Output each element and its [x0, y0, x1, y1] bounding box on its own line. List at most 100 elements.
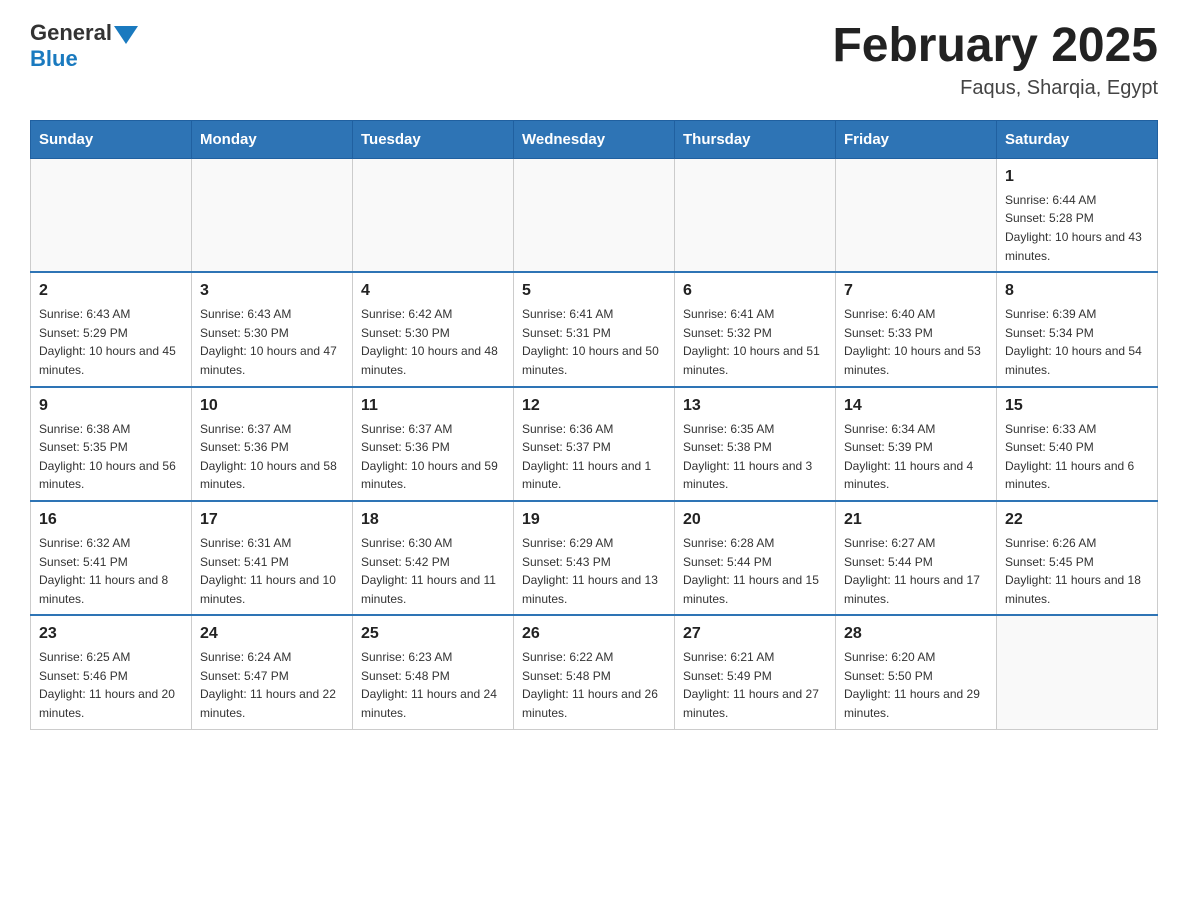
day-number: 13: [683, 394, 827, 418]
calendar-cell: 20Sunrise: 6:28 AMSunset: 5:44 PMDayligh…: [675, 501, 836, 615]
day-info: Sunrise: 6:24 AMSunset: 5:47 PMDaylight:…: [200, 648, 344, 722]
calendar-cell: 10Sunrise: 6:37 AMSunset: 5:36 PMDayligh…: [192, 387, 353, 501]
calendar-header-friday: Friday: [836, 120, 997, 158]
calendar-week-row: 1Sunrise: 6:44 AMSunset: 5:28 PMDaylight…: [31, 158, 1158, 272]
calendar-cell: 26Sunrise: 6:22 AMSunset: 5:48 PMDayligh…: [514, 615, 675, 729]
calendar-week-row: 23Sunrise: 6:25 AMSunset: 5:46 PMDayligh…: [31, 615, 1158, 729]
calendar-cell: [997, 615, 1158, 729]
day-info: Sunrise: 6:36 AMSunset: 5:37 PMDaylight:…: [522, 420, 666, 494]
calendar-week-row: 16Sunrise: 6:32 AMSunset: 5:41 PMDayligh…: [31, 501, 1158, 615]
day-number: 14: [844, 394, 988, 418]
day-number: 16: [39, 508, 183, 532]
calendar-cell: 1Sunrise: 6:44 AMSunset: 5:28 PMDaylight…: [997, 158, 1158, 272]
calendar-cell: 27Sunrise: 6:21 AMSunset: 5:49 PMDayligh…: [675, 615, 836, 729]
day-info: Sunrise: 6:31 AMSunset: 5:41 PMDaylight:…: [200, 534, 344, 608]
day-info: Sunrise: 6:33 AMSunset: 5:40 PMDaylight:…: [1005, 420, 1149, 494]
calendar-cell: [836, 158, 997, 272]
calendar-cell: 22Sunrise: 6:26 AMSunset: 5:45 PMDayligh…: [997, 501, 1158, 615]
day-number: 26: [522, 622, 666, 646]
calendar-cell: 2Sunrise: 6:43 AMSunset: 5:29 PMDaylight…: [31, 272, 192, 386]
day-number: 9: [39, 394, 183, 418]
day-number: 18: [361, 508, 505, 532]
day-info: Sunrise: 6:27 AMSunset: 5:44 PMDaylight:…: [844, 534, 988, 608]
day-number: 28: [844, 622, 988, 646]
day-info: Sunrise: 6:43 AMSunset: 5:29 PMDaylight:…: [39, 305, 183, 379]
day-number: 23: [39, 622, 183, 646]
calendar-cell: [192, 158, 353, 272]
day-number: 7: [844, 279, 988, 303]
day-info: Sunrise: 6:41 AMSunset: 5:31 PMDaylight:…: [522, 305, 666, 379]
calendar-cell: 5Sunrise: 6:41 AMSunset: 5:31 PMDaylight…: [514, 272, 675, 386]
calendar-cell: 21Sunrise: 6:27 AMSunset: 5:44 PMDayligh…: [836, 501, 997, 615]
calendar-cell: 4Sunrise: 6:42 AMSunset: 5:30 PMDaylight…: [353, 272, 514, 386]
day-info: Sunrise: 6:35 AMSunset: 5:38 PMDaylight:…: [683, 420, 827, 494]
day-info: Sunrise: 6:37 AMSunset: 5:36 PMDaylight:…: [361, 420, 505, 494]
calendar-title: February 2025: [832, 20, 1158, 73]
calendar-cell: 18Sunrise: 6:30 AMSunset: 5:42 PMDayligh…: [353, 501, 514, 615]
day-number: 24: [200, 622, 344, 646]
day-info: Sunrise: 6:28 AMSunset: 5:44 PMDaylight:…: [683, 534, 827, 608]
day-number: 2: [39, 279, 183, 303]
day-number: 5: [522, 279, 666, 303]
day-info: Sunrise: 6:38 AMSunset: 5:35 PMDaylight:…: [39, 420, 183, 494]
day-number: 21: [844, 508, 988, 532]
calendar-header-saturday: Saturday: [997, 120, 1158, 158]
logo-blue-text: Blue: [30, 46, 138, 72]
calendar-cell: 16Sunrise: 6:32 AMSunset: 5:41 PMDayligh…: [31, 501, 192, 615]
day-number: 25: [361, 622, 505, 646]
day-info: Sunrise: 6:39 AMSunset: 5:34 PMDaylight:…: [1005, 305, 1149, 379]
calendar-cell: [31, 158, 192, 272]
calendar-cell: 15Sunrise: 6:33 AMSunset: 5:40 PMDayligh…: [997, 387, 1158, 501]
day-info: Sunrise: 6:26 AMSunset: 5:45 PMDaylight:…: [1005, 534, 1149, 608]
calendar-cell: 9Sunrise: 6:38 AMSunset: 5:35 PMDaylight…: [31, 387, 192, 501]
calendar-table: SundayMondayTuesdayWednesdayThursdayFrid…: [30, 120, 1158, 730]
calendar-header-wednesday: Wednesday: [514, 120, 675, 158]
day-info: Sunrise: 6:23 AMSunset: 5:48 PMDaylight:…: [361, 648, 505, 722]
calendar-cell: 13Sunrise: 6:35 AMSunset: 5:38 PMDayligh…: [675, 387, 836, 501]
calendar-cell: [353, 158, 514, 272]
page-header: General Blue February 2025 Faqus, Sharqi…: [30, 20, 1158, 100]
day-number: 22: [1005, 508, 1149, 532]
day-number: 1: [1005, 165, 1149, 189]
title-section: February 2025 Faqus, Sharqia, Egypt: [832, 20, 1158, 100]
day-info: Sunrise: 6:30 AMSunset: 5:42 PMDaylight:…: [361, 534, 505, 608]
calendar-cell: 14Sunrise: 6:34 AMSunset: 5:39 PMDayligh…: [836, 387, 997, 501]
day-info: Sunrise: 6:37 AMSunset: 5:36 PMDaylight:…: [200, 420, 344, 494]
calendar-subtitle: Faqus, Sharqia, Egypt: [832, 77, 1158, 100]
day-info: Sunrise: 6:20 AMSunset: 5:50 PMDaylight:…: [844, 648, 988, 722]
calendar-header-monday: Monday: [192, 120, 353, 158]
calendar-cell: 6Sunrise: 6:41 AMSunset: 5:32 PMDaylight…: [675, 272, 836, 386]
day-number: 4: [361, 279, 505, 303]
day-info: Sunrise: 6:34 AMSunset: 5:39 PMDaylight:…: [844, 420, 988, 494]
calendar-header-sunday: Sunday: [31, 120, 192, 158]
day-info: Sunrise: 6:21 AMSunset: 5:49 PMDaylight:…: [683, 648, 827, 722]
day-number: 3: [200, 279, 344, 303]
day-number: 10: [200, 394, 344, 418]
day-number: 17: [200, 508, 344, 532]
day-number: 27: [683, 622, 827, 646]
day-info: Sunrise: 6:42 AMSunset: 5:30 PMDaylight:…: [361, 305, 505, 379]
calendar-week-row: 9Sunrise: 6:38 AMSunset: 5:35 PMDaylight…: [31, 387, 1158, 501]
calendar-cell: 28Sunrise: 6:20 AMSunset: 5:50 PMDayligh…: [836, 615, 997, 729]
calendar-header-row: SundayMondayTuesdayWednesdayThursdayFrid…: [31, 120, 1158, 158]
day-info: Sunrise: 6:41 AMSunset: 5:32 PMDaylight:…: [683, 305, 827, 379]
calendar-cell: 23Sunrise: 6:25 AMSunset: 5:46 PMDayligh…: [31, 615, 192, 729]
calendar-cell: 24Sunrise: 6:24 AMSunset: 5:47 PMDayligh…: [192, 615, 353, 729]
day-info: Sunrise: 6:22 AMSunset: 5:48 PMDaylight:…: [522, 648, 666, 722]
day-info: Sunrise: 6:25 AMSunset: 5:46 PMDaylight:…: [39, 648, 183, 722]
day-number: 15: [1005, 394, 1149, 418]
calendar-cell: 25Sunrise: 6:23 AMSunset: 5:48 PMDayligh…: [353, 615, 514, 729]
calendar-cell: 12Sunrise: 6:36 AMSunset: 5:37 PMDayligh…: [514, 387, 675, 501]
day-info: Sunrise: 6:40 AMSunset: 5:33 PMDaylight:…: [844, 305, 988, 379]
logo-triangle-icon: [114, 26, 138, 44]
calendar-header-thursday: Thursday: [675, 120, 836, 158]
day-number: 6: [683, 279, 827, 303]
day-info: Sunrise: 6:44 AMSunset: 5:28 PMDaylight:…: [1005, 191, 1149, 265]
day-number: 11: [361, 394, 505, 418]
calendar-week-row: 2Sunrise: 6:43 AMSunset: 5:29 PMDaylight…: [31, 272, 1158, 386]
day-info: Sunrise: 6:32 AMSunset: 5:41 PMDaylight:…: [39, 534, 183, 608]
logo: General Blue: [30, 20, 138, 72]
day-number: 19: [522, 508, 666, 532]
calendar-cell: 3Sunrise: 6:43 AMSunset: 5:30 PMDaylight…: [192, 272, 353, 386]
day-number: 12: [522, 394, 666, 418]
